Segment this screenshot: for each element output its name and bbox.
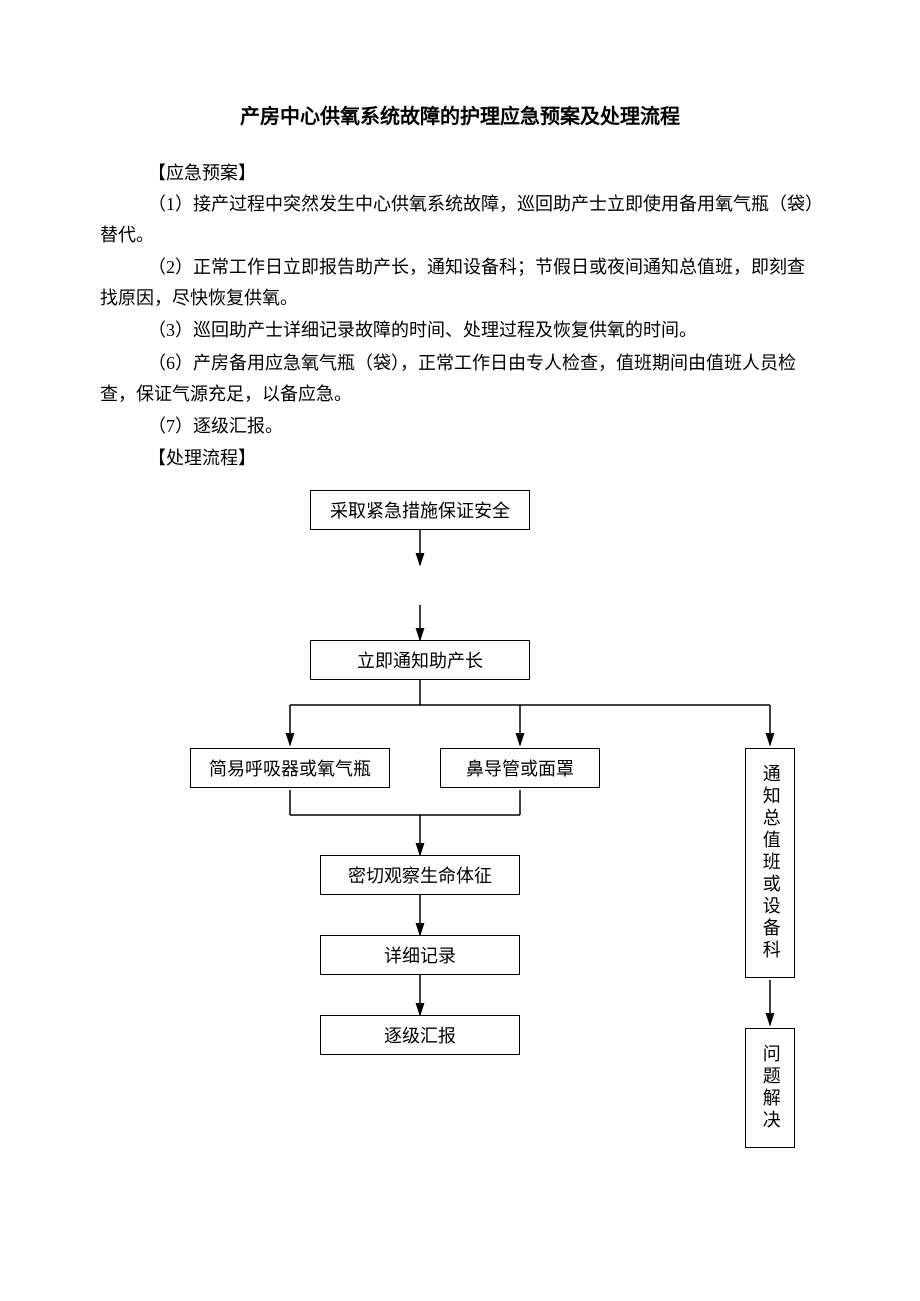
flow-node-nasal-mask: 鼻导管或面罩 — [440, 748, 600, 788]
section-emergency-plan-header: 【应急预案】 — [148, 159, 820, 185]
flow-node-observe-vitals: 密切观察生命体征 — [320, 855, 520, 895]
flow-node-notify-head: 立即通知助产长 — [310, 640, 530, 680]
page-title: 产房中心供氧系统故障的护理应急预案及处理流程 — [100, 100, 820, 129]
paragraph-3: （3）巡回助产士详细记录故障的时间、处理过程及恢复供氧的时间。 — [100, 315, 820, 346]
flow-node-report-up: 逐级汇报 — [320, 1015, 520, 1055]
flow-node-emergency-measures: 采取紧急措施保证安全 — [310, 490, 530, 530]
flow-node-problem-solved: 问题解决 — [745, 1028, 795, 1148]
paragraph-2: （2）正常工作日立即报告助产长，通知设备科；节假日或夜间通知总值班，即刻查找原因… — [100, 252, 820, 313]
paragraph-1: （1）接产过程中突然发生中心供氧系统故障，巡回助产士立即使用备用氧气瓶（袋）替代… — [100, 189, 820, 250]
flow-node-ventilator-cylinder: 简易呼吸器或氧气瓶 — [190, 748, 390, 788]
paragraph-5: （7）逐级汇报。 — [100, 411, 820, 442]
flow-node-record: 详细记录 — [320, 935, 520, 975]
section-process-flow-header: 【处理流程】 — [148, 444, 820, 470]
flow-node-notify-duty-equipment: 通知总值班或设备科 — [745, 748, 795, 978]
flowchart: 中心供氧系统故障 采取紧急措施保证安全 立即通知助产长 简易呼吸器或氧气瓶 鼻导… — [160, 490, 880, 1190]
paragraph-4: （6）产房备用应急氧气瓶（袋），正常工作日由专人检查，值班期间由值班人员检查，保… — [100, 348, 820, 409]
